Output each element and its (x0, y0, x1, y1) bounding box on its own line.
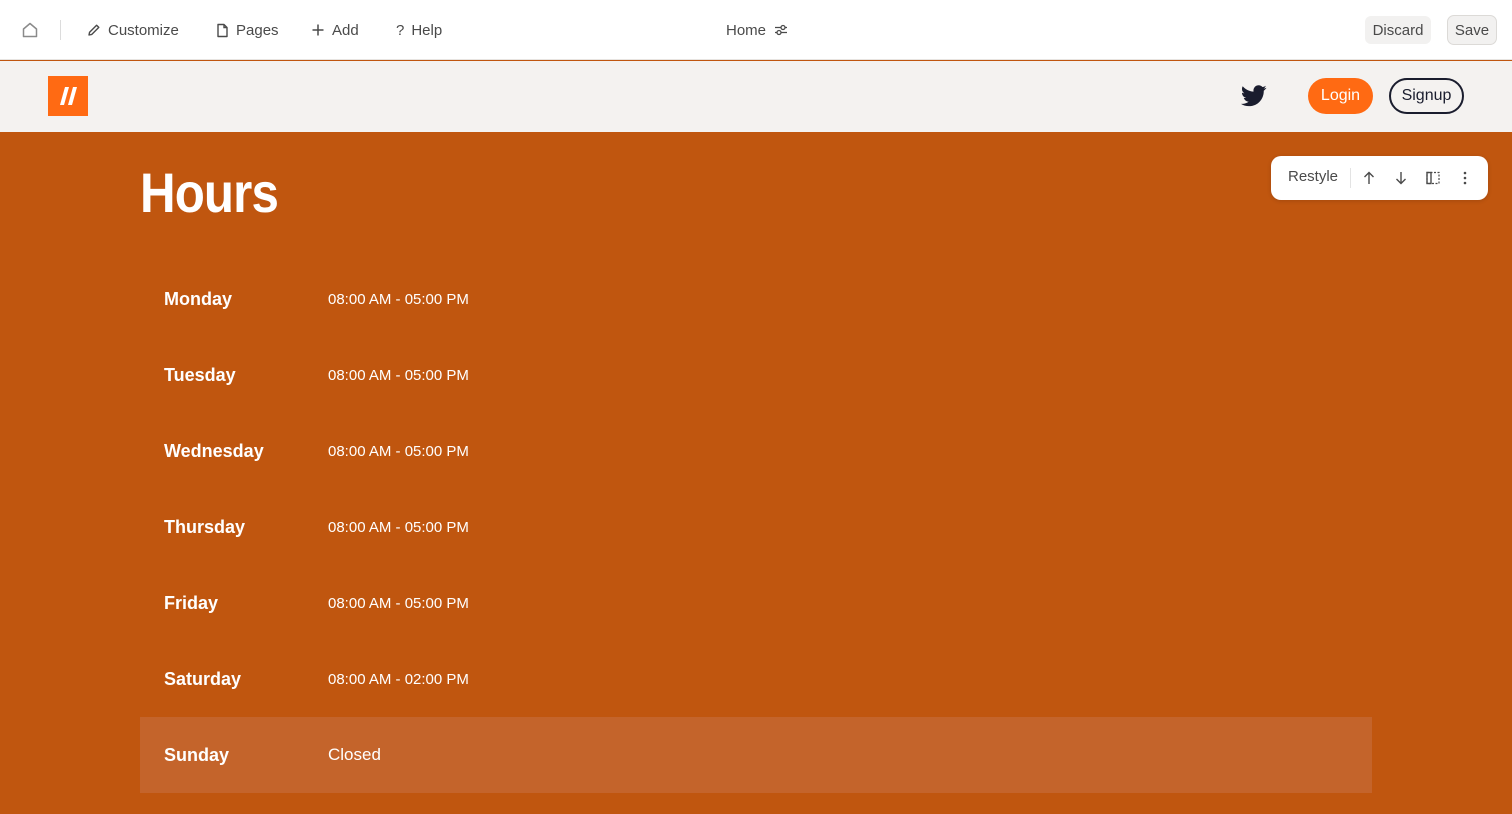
help-label: Help (411, 21, 443, 39)
section-title: Hours (140, 161, 279, 224)
day-label: Saturday (164, 668, 242, 689)
arrow-up-icon (1364, 171, 1374, 184)
time-value: 08:00 AM - 05:00 PM (328, 442, 469, 460)
hours-row-saturday: Saturday 08:00 AM - 02:00 PM (140, 641, 1372, 717)
pages-label: Pages (236, 21, 279, 39)
add-label: Add (332, 21, 359, 39)
signup-button[interactable]: Signup (1389, 78, 1464, 114)
hours-row-monday: Monday 08:00 AM - 05:00 PM (140, 261, 1372, 337)
hours-row-wednesday: Wednesday 08:00 AM - 05:00 PM (140, 413, 1372, 489)
time-value: 08:00 AM - 05:00 PM (328, 290, 469, 308)
time-value: 08:00 AM - 05:00 PM (328, 518, 469, 536)
page-icon (217, 23, 228, 37)
plus-icon (312, 24, 324, 36)
layout-icon (1426, 171, 1440, 185)
day-label: Friday (164, 592, 219, 613)
layout-button[interactable] (1423, 168, 1443, 188)
hours-row-sunday: Sunday Closed (140, 717, 1372, 793)
toolbar-divider (1350, 168, 1351, 188)
editor-toolbar: Customize Pages Add ? Help Home Discard … (0, 0, 1512, 60)
more-button[interactable] (1455, 168, 1475, 188)
save-button[interactable]: Save (1447, 15, 1497, 45)
time-value: Closed (328, 745, 381, 764)
hours-row-tuesday: Tuesday 08:00 AM - 05:00 PM (140, 337, 1372, 413)
home-button[interactable] (18, 18, 42, 42)
arrow-down-icon (1396, 172, 1406, 185)
restyle-button[interactable]: Restyle (1288, 168, 1338, 185)
hours-section[interactable]: Hours Monday 08:00 AM - 05:00 PM Tuesday… (0, 132, 1512, 814)
customize-label: Customize (108, 21, 179, 39)
move-down-button[interactable] (1391, 168, 1411, 188)
hours-row-thursday: Thursday 08:00 AM - 05:00 PM (140, 489, 1372, 565)
twitter-icon[interactable] (1241, 85, 1267, 107)
toolbar-divider (60, 20, 61, 40)
day-label: Monday (164, 288, 233, 309)
sliders-icon (775, 24, 788, 36)
customize-button[interactable]: Customize (87, 18, 179, 42)
hours-list: Monday 08:00 AM - 05:00 PM Tuesday 08:00… (140, 261, 1372, 793)
discard-button[interactable]: Discard (1365, 16, 1431, 44)
day-label: Thursday (164, 516, 246, 537)
site-logo[interactable] (48, 76, 88, 116)
block-toolbar: Restyle (1271, 156, 1488, 200)
move-up-button[interactable] (1359, 168, 1379, 188)
help-button[interactable]: ? Help (396, 18, 442, 42)
logo-icon (60, 87, 77, 105)
home-icon (22, 22, 38, 38)
day-label: Wednesday (164, 440, 264, 461)
site-header: Login Signup (0, 61, 1512, 132)
time-value: 08:00 AM - 05:00 PM (328, 594, 469, 612)
add-button[interactable]: Add (311, 18, 359, 42)
day-label: Tuesday (164, 364, 236, 385)
time-value: 08:00 AM - 02:00 PM (328, 670, 469, 688)
page-selector[interactable]: Home (726, 18, 788, 42)
more-vertical-icon (1463, 171, 1467, 185)
time-value: 08:00 AM - 05:00 PM (328, 366, 469, 384)
login-button[interactable]: Login (1308, 78, 1373, 114)
pages-button[interactable]: Pages (216, 18, 279, 42)
page-name: Home (726, 21, 767, 39)
day-label: Sunday (164, 744, 230, 765)
question-icon: ? (396, 21, 405, 39)
pencil-icon (88, 24, 100, 36)
hours-row-friday: Friday 08:00 AM - 05:00 PM (140, 565, 1372, 641)
